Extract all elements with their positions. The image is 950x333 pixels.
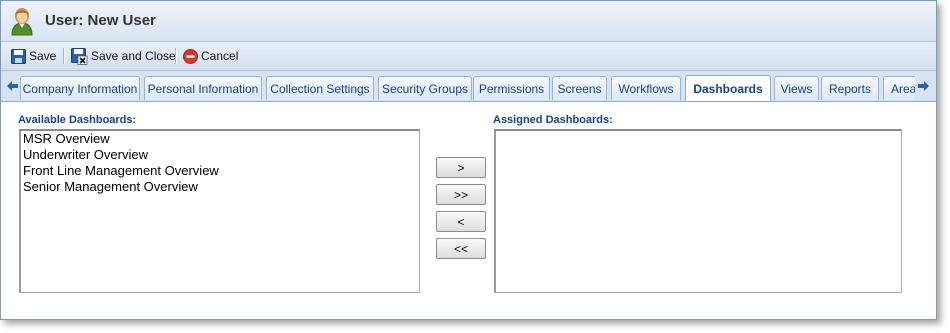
- save-and-close-button[interactable]: Save and Close: [71, 47, 176, 65]
- floppy-disk-icon: [11, 48, 29, 64]
- tab-label: Security Groups: [381, 81, 469, 96]
- cancel-label: Cancel: [201, 49, 239, 63]
- list-item[interactable]: Senior Management Overview: [21, 179, 419, 195]
- tab-label: Workflows: [618, 81, 674, 96]
- tab-label: Collection Settings: [270, 81, 370, 96]
- tab-label: Company Information: [22, 81, 138, 96]
- toolbar-divider: [175, 48, 177, 64]
- cancel-button[interactable]: Cancel: [183, 47, 238, 65]
- tab-label: Area: [891, 81, 915, 96]
- tab-dashboards[interactable]: Dashboards: [685, 75, 771, 101]
- tab-label: Views: [780, 81, 813, 96]
- assigned-dashboards-list[interactable]: [494, 129, 902, 293]
- save-and-close-label: Save and Close: [91, 49, 176, 63]
- tab-security-groups[interactable]: Security Groups: [378, 76, 472, 100]
- tab-label: Reports: [828, 81, 872, 96]
- toolbar-divider: [63, 48, 65, 64]
- user-editor-window: User: New User Save Save and Close Cance…: [0, 0, 937, 320]
- tabs-container: Company Information Personal Information…: [20, 71, 915, 101]
- user-avatar-icon: [9, 6, 35, 39]
- title-bar: User: New User: [1, 1, 936, 42]
- tab-personal-information[interactable]: Personal Information: [144, 76, 262, 100]
- tab-label: Permissions: [478, 81, 545, 96]
- dashboards-panel: Available Dashboards: MSR Overview Under…: [1, 102, 936, 319]
- arrow-right-icon: [917, 80, 929, 94]
- save-button[interactable]: Save: [11, 47, 56, 65]
- list-item[interactable]: MSR Overview: [21, 131, 419, 147]
- save-label: Save: [29, 49, 57, 63]
- available-dashboards-label: Available Dashboards:: [18, 114, 137, 126]
- list-item[interactable]: Front Line Management Overview: [21, 163, 419, 179]
- tab-screens[interactable]: Screens: [552, 76, 607, 100]
- tab-label: Personal Information: [147, 81, 259, 96]
- assigned-dashboards-label: Assigned Dashboards:: [493, 114, 613, 126]
- arrow-left-icon: [6, 80, 18, 94]
- tab-scroll-right-button[interactable]: [916, 77, 930, 97]
- add-button[interactable]: >: [436, 157, 486, 178]
- remove-all-button[interactable]: <<: [436, 238, 486, 259]
- tab-label: Dashboards: [693, 81, 763, 96]
- add-all-button[interactable]: >>: [436, 184, 486, 205]
- tab-scroll-left-button[interactable]: [5, 77, 19, 97]
- page-title: User: New User: [45, 12, 156, 29]
- tab-collection-settings[interactable]: Collection Settings: [266, 76, 374, 100]
- tab-strip: Company Information Personal Information…: [1, 71, 936, 102]
- toolbar: Save Save and Close Cancel: [1, 42, 936, 71]
- tab-views[interactable]: Views: [774, 76, 819, 100]
- available-dashboards-list[interactable]: MSR Overview Underwriter Overview Front …: [19, 129, 420, 293]
- tab-permissions[interactable]: Permissions: [473, 76, 550, 100]
- tab-workflows[interactable]: Workflows: [611, 76, 681, 100]
- remove-button[interactable]: <: [436, 211, 486, 232]
- tab-company-information[interactable]: Company Information: [20, 76, 140, 100]
- tab-label: Screens: [557, 81, 602, 96]
- list-item[interactable]: Underwriter Overview: [21, 147, 419, 163]
- cancel-circle-icon: [183, 48, 201, 64]
- floppy-disk-close-icon: [71, 47, 91, 65]
- tab-reports[interactable]: Reports: [821, 76, 879, 100]
- tab-area[interactable]: Area: [883, 76, 915, 100]
